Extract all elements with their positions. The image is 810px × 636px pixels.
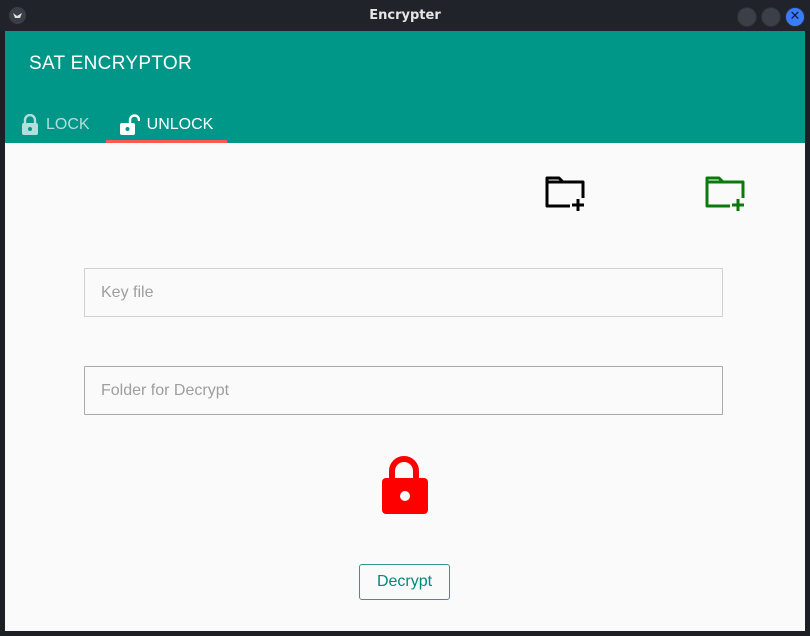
- select-key-file-button[interactable]: [544, 174, 588, 218]
- select-folder-button[interactable]: [704, 174, 748, 218]
- tab-unlock-label: UNLOCK: [146, 116, 214, 133]
- lock-icon: [22, 114, 38, 135]
- window-title: Encrypter: [369, 8, 441, 23]
- application-window: Encrypter ✕ SAT ENCRYPTOR LOCK UNLOCK Ke…: [0, 0, 810, 636]
- tab-lock-label: LOCK: [46, 116, 90, 133]
- lock-closed-icon: [380, 454, 428, 520]
- key-file-input[interactable]: [85, 269, 722, 316]
- app-header: SAT ENCRYPTOR LOCK UNLOCK: [5, 31, 805, 143]
- decrypt-button[interactable]: Decrypt: [359, 564, 450, 600]
- decrypt-folder-input[interactable]: [85, 367, 722, 414]
- unlock-icon: [119, 114, 140, 135]
- close-button[interactable]: ✕: [785, 7, 805, 27]
- close-icon: ✕: [789, 9, 801, 24]
- app-title: SAT ENCRYPTOR: [29, 53, 192, 74]
- key-file-field[interactable]: [84, 268, 723, 317]
- folder-add-icon: [705, 176, 746, 212]
- app-content: SAT ENCRYPTOR LOCK UNLOCK Key file Folde…: [5, 31, 805, 631]
- folder-add-icon: [545, 176, 586, 212]
- tab-lock[interactable]: LOCK: [21, 107, 107, 143]
- minimize-button[interactable]: [737, 7, 757, 27]
- tab-unlock[interactable]: UNLOCK: [106, 107, 227, 143]
- decrypt-folder-field[interactable]: [84, 366, 723, 415]
- tab-indicator: [106, 140, 227, 143]
- maximize-button[interactable]: [761, 7, 781, 27]
- title-bar[interactable]: Encrypter ✕: [0, 0, 810, 31]
